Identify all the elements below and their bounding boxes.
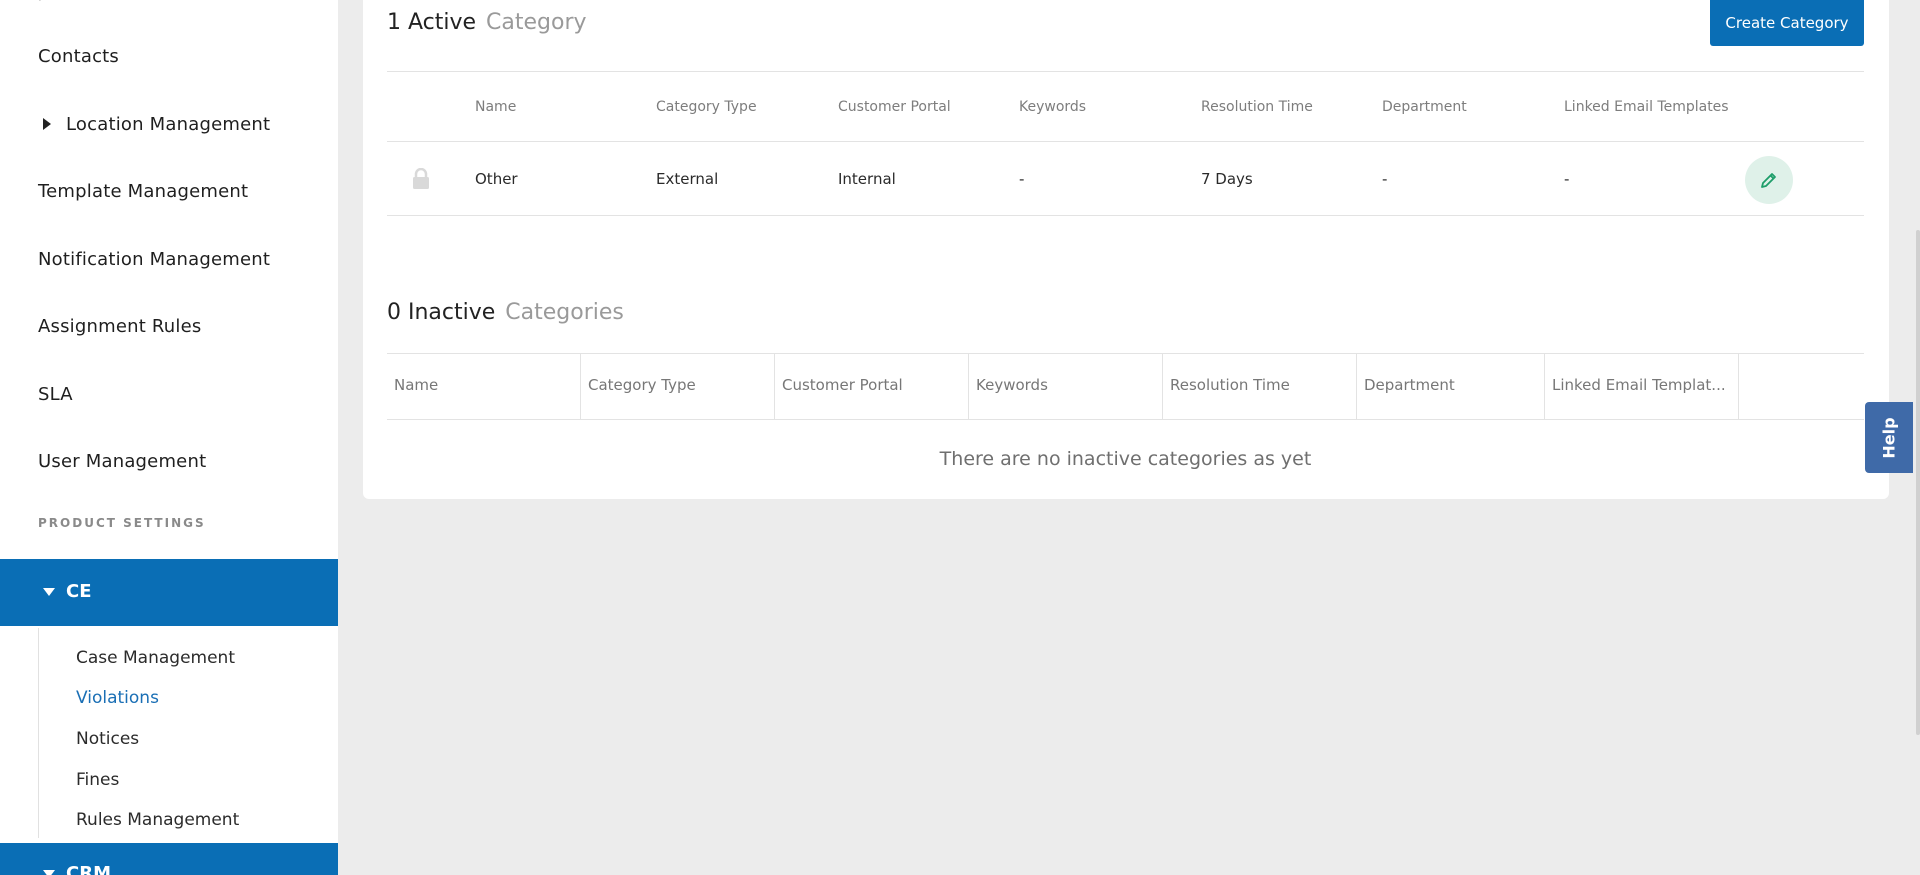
column-header-linked-email-templates[interactable]: Linked Email Templat... <box>1545 354 1739 419</box>
divider <box>387 215 1864 216</box>
cell-keywords: - <box>1019 170 1025 188</box>
active-categories-title: 1 Active Category <box>387 10 587 35</box>
sidebar-subitem-violations[interactable]: Violations <box>76 688 159 708</box>
cell-name: Other <box>475 170 518 188</box>
column-header-name[interactable]: Name <box>387 354 581 419</box>
lock-icon <box>413 168 429 189</box>
sidebar-item-assignment-rules[interactable]: Assignment Rules <box>38 316 201 337</box>
help-tab[interactable]: Help <box>1865 402 1913 473</box>
sidebar-subitem-rules-management[interactable]: Rules Management <box>76 810 239 830</box>
inactive-count: 0 Inactive <box>387 300 496 325</box>
product-settings-heading: PRODUCT SETTINGS <box>38 516 206 530</box>
inactive-categories-title: 0 Inactive Categories <box>387 300 624 325</box>
cell-department: - <box>1382 170 1388 188</box>
edit-button[interactable] <box>1745 156 1793 204</box>
inactive-table-header: Name Category Type Customer Portal Keywo… <box>387 353 1864 420</box>
caret-down-icon <box>43 588 55 596</box>
sidebar-item-contacts[interactable]: Contacts <box>38 46 119 67</box>
column-header-keywords[interactable]: Keywords <box>969 354 1163 419</box>
column-header-customer-portal[interactable]: Customer Portal <box>838 99 951 115</box>
sidebar-item-sla[interactable]: SLA <box>38 384 73 405</box>
create-category-button[interactable]: Create Category <box>1710 0 1864 46</box>
sidebar-group-crm[interactable]: CRM <box>0 843 338 875</box>
column-header-keywords[interactable]: Keywords <box>1019 99 1086 115</box>
column-header-name[interactable]: Name <box>475 99 516 115</box>
column-header-resolution-time[interactable]: Resolution Time <box>1163 354 1357 419</box>
sidebar-subitem-notices[interactable]: Notices <box>76 729 139 749</box>
sidebar-item-notification-management[interactable]: Notification Management <box>38 249 270 270</box>
sidebar-item-location-management[interactable]: Location Management <box>66 114 270 135</box>
sidebar: › Contacts Location Management Template … <box>0 0 338 875</box>
submenu-guide-line <box>38 628 39 838</box>
cell-customer-portal: Internal <box>838 170 896 188</box>
pencil-icon <box>1761 173 1776 188</box>
divider <box>387 141 1864 142</box>
column-header-customer-portal[interactable]: Customer Portal <box>775 354 969 419</box>
sidebar-subitem-fines[interactable]: Fines <box>76 770 119 790</box>
sidebar-item-user-management[interactable]: User Management <box>38 451 206 472</box>
sidebar-group-label: CRM <box>66 863 111 875</box>
sidebar-item-template-management[interactable]: Template Management <box>38 181 248 202</box>
cell-linked-email-templates: - <box>1564 170 1570 188</box>
active-count: 1 Active <box>387 10 477 35</box>
active-noun: Category <box>486 10 587 35</box>
caret-down-icon <box>43 870 55 875</box>
column-header-linked-email-templates[interactable]: Linked Email Templates <box>1564 99 1729 115</box>
expand-arrow-icon[interactable] <box>43 118 51 130</box>
column-header-resolution-time[interactable]: Resolution Time <box>1201 99 1313 115</box>
empty-state-message: There are no inactive categories as yet <box>939 448 1312 470</box>
sidebar-group-ce[interactable]: CE <box>0 559 338 626</box>
divider <box>387 71 1864 72</box>
column-header-department[interactable]: Department <box>1382 99 1467 115</box>
cell-category-type: External <box>656 170 719 188</box>
inactive-noun: Categories <box>505 300 624 325</box>
sidebar-item-clipped: › <box>38 0 45 7</box>
column-header-category-type[interactable]: Category Type <box>581 354 775 419</box>
sidebar-group-label: CE <box>66 581 92 602</box>
sidebar-subitem-case-management[interactable]: Case Management <box>76 648 235 668</box>
categories-card: 1 Active Category Create Category Name Ca… <box>363 0 1889 499</box>
page-scrollbar[interactable] <box>1916 230 1920 735</box>
cell-resolution-time: 7 Days <box>1201 170 1253 188</box>
help-label: Help <box>1879 416 1899 459</box>
column-header-category-type[interactable]: Category Type <box>656 99 757 115</box>
column-header-department[interactable]: Department <box>1357 354 1545 419</box>
